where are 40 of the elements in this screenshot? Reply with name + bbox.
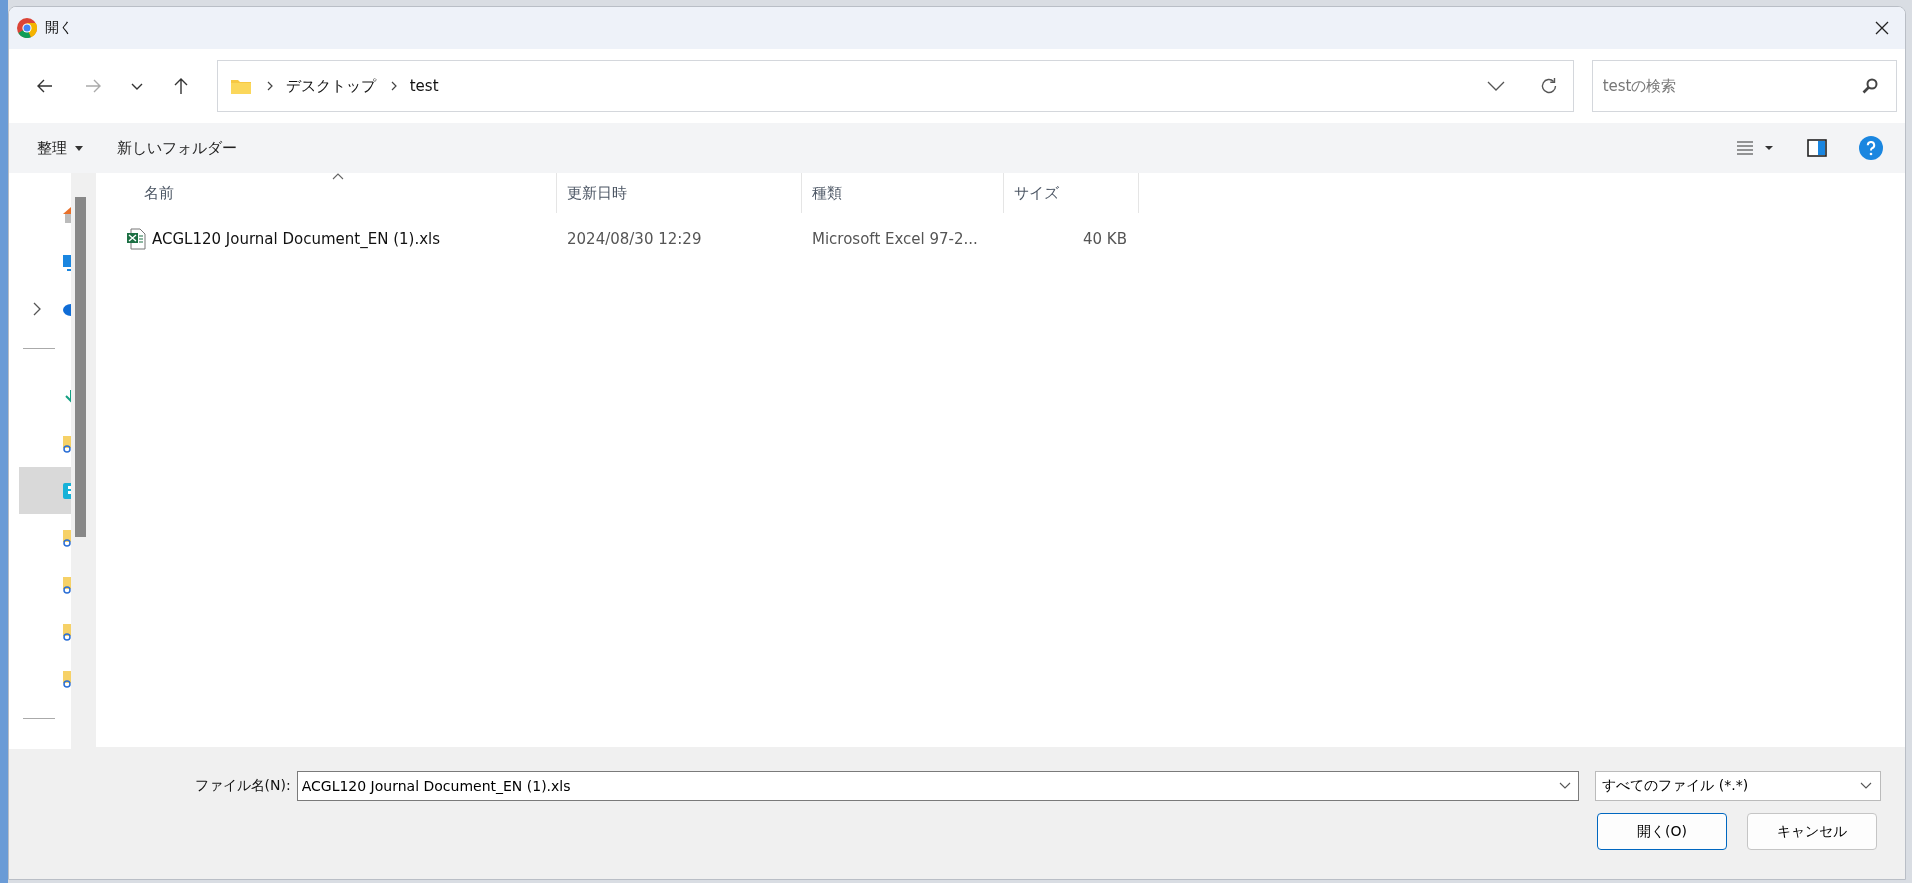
help-icon <box>1859 136 1883 160</box>
search-field[interactable]: testの検索 <box>1591 60 1897 112</box>
file-type: Microsoft Excel 97-2... <box>811 230 979 248</box>
sort-caret-icon <box>332 173 344 180</box>
file-name: ACGL120 Journal Document_EN (1).xls <box>152 230 441 248</box>
cancel-button[interactable]: キャンセル <box>1747 813 1877 850</box>
expand-chevron-icon[interactable] <box>33 301 41 316</box>
chevron-icon <box>389 80 398 92</box>
column-header[interactable]: 名前 <box>96 173 557 213</box>
new-folder-button[interactable]: 新しいフォルダー <box>107 132 247 164</box>
date-modified: 2024/08/30 12:29 <box>566 230 703 248</box>
chevron-down-icon <box>1860 782 1872 790</box>
breadcrumb[interactable]: test <box>409 77 439 95</box>
folder-icon <box>229 77 252 95</box>
right-arrow-icon <box>83 77 102 95</box>
caret-icon <box>75 145 83 151</box>
chevron-icon <box>265 80 274 92</box>
file-type-dropdown[interactable]: すべてのファイル (*.*) <box>1595 771 1881 801</box>
preview-pane-icon <box>1807 139 1827 157</box>
chevron-down-icon[interactable] <box>1486 80 1505 92</box>
scrollbar-thumb[interactable] <box>75 197 86 537</box>
chevron-down-icon[interactable] <box>1559 782 1572 790</box>
file-row[interactable]: ACGL120 Journal Document_EN (1).xls 2024/08/30 12:29 Microsoft Excel 97-2... 40 KB <box>96 221 1905 257</box>
list-view-icon <box>1737 140 1775 156</box>
left-arrow-icon <box>35 77 54 95</box>
file-size: 40 KB <box>1082 230 1128 248</box>
column-header[interactable]: 更新日時 <box>557 173 802 213</box>
file-name-field[interactable]: ACGL120 Journal Document_EN (1).xls <box>296 771 1580 801</box>
search-icon <box>1861 77 1879 95</box>
column-header[interactable]: 種類 <box>802 173 1004 213</box>
breadcrumb[interactable]: デスクトップ <box>285 76 376 96</box>
organize-button[interactable]: 整理 <box>27 132 93 164</box>
file-name-label: ファイル名(N): <box>193 777 292 795</box>
address-bar[interactable]: デスクトップ test <box>216 60 1574 112</box>
spreadsheet-file-icon <box>126 228 146 250</box>
chrome-icon <box>17 18 37 38</box>
window-title: 開く <box>45 19 73 37</box>
open-button[interactable]: 開く(O) <box>1597 813 1727 850</box>
close-icon <box>1874 20 1890 36</box>
column-header[interactable]: サイズ <box>1004 173 1139 213</box>
